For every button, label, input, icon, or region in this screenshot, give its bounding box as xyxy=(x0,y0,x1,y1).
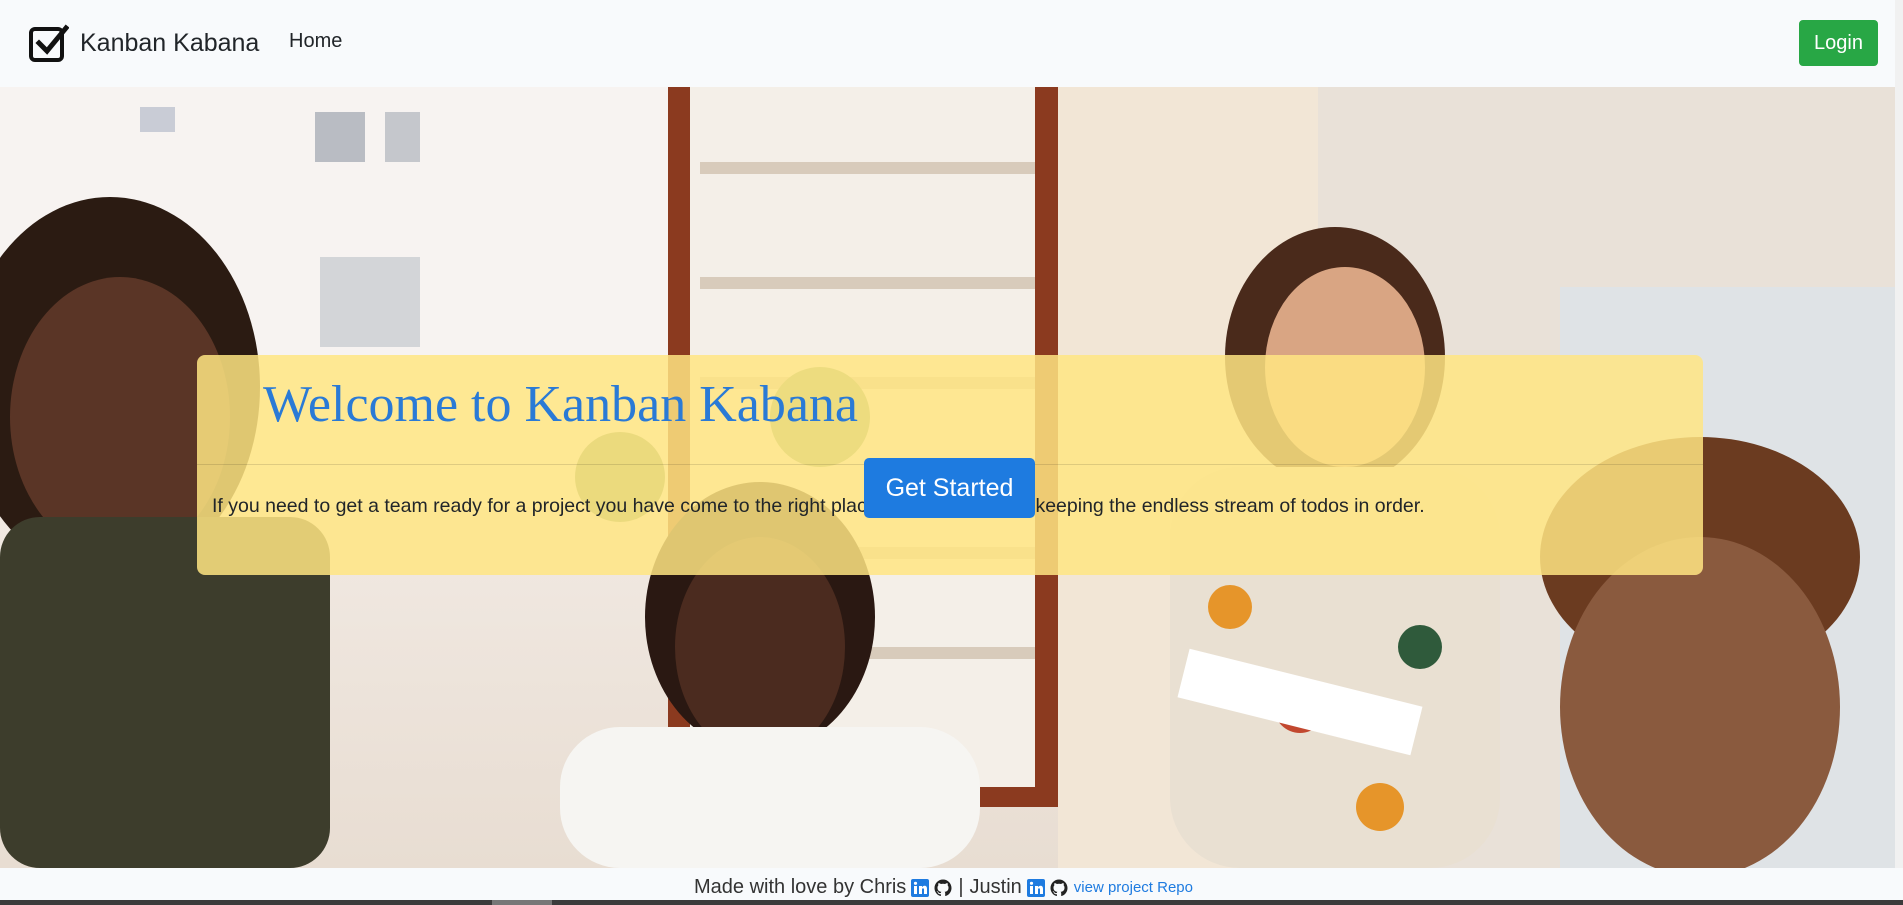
page-title: Welcome to Kanban Kabana xyxy=(263,376,859,433)
github-icon[interactable] xyxy=(1050,879,1068,897)
hero-description: If you need to get a team ready for a pr… xyxy=(212,495,1425,517)
navbar: Kanban Kabana Home Login xyxy=(0,0,1903,87)
brand-name: Kanban Kabana xyxy=(80,28,260,57)
repo-link[interactable]: view project Repo xyxy=(1074,879,1193,896)
linkedin-icon[interactable] xyxy=(911,878,930,897)
footer-credits: Made with love by Chris | Justin view pr… xyxy=(694,876,1193,899)
get-started-button[interactable]: Get Started xyxy=(864,458,1035,518)
footer-second-author: Justin xyxy=(969,876,1022,898)
checkbox-icon xyxy=(29,24,69,62)
footer-separator: | xyxy=(958,876,964,898)
footer-made-with-text: Made with love by Chris xyxy=(694,876,907,898)
login-button[interactable]: Login xyxy=(1799,20,1878,66)
page: Kanban Kabana Home Login Welcome to Kanb… xyxy=(0,0,1903,905)
hero-section: Welcome to Kanban Kabana If you need to … xyxy=(0,87,1895,868)
horizontal-scrollbar[interactable] xyxy=(0,900,1903,905)
github-icon[interactable] xyxy=(934,879,952,897)
nav-home-link[interactable]: Home xyxy=(289,30,342,53)
scrollbar-thumb[interactable] xyxy=(492,900,552,905)
linkedin-icon[interactable] xyxy=(1026,878,1045,897)
brand-link[interactable]: Kanban Kabana xyxy=(29,23,259,63)
vertical-scrollbar[interactable] xyxy=(1895,0,1903,868)
